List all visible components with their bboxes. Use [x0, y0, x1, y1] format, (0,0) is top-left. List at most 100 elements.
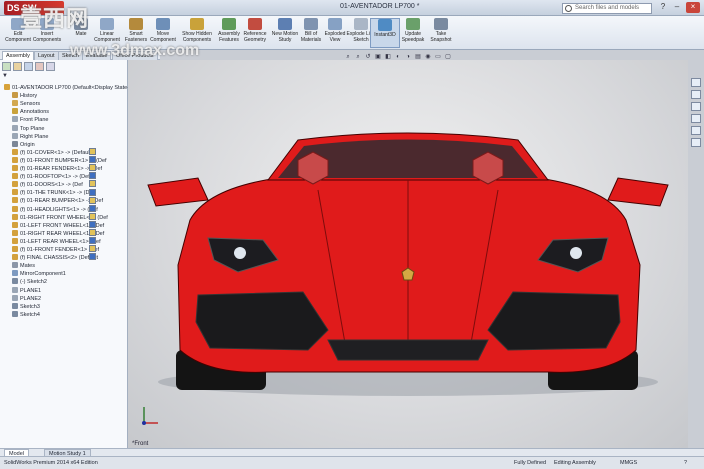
hud-tool-icon[interactable]: ◐ — [394, 53, 402, 61]
hud-tool-icon[interactable]: ▤ — [414, 53, 422, 61]
view-palette-icon[interactable] — [691, 114, 701, 123]
take-snapshot-icon — [434, 18, 448, 30]
graphics-area[interactable] — [128, 60, 688, 448]
command-tab-assembly[interactable]: Assembly — [2, 51, 34, 60]
component-status-icon[interactable] — [89, 172, 96, 180]
ribbon-button-update-speedpak[interactable]: Update Speedpak — [398, 18, 428, 48]
tree-item-icon — [12, 221, 18, 228]
units-selector[interactable]: MMGS — [620, 457, 637, 469]
component-status-icon[interactable] — [89, 245, 96, 253]
search-placeholder: Search files and models — [575, 5, 640, 11]
view-orientation-label: *Front — [132, 441, 149, 447]
search-input[interactable]: Search files and models — [562, 3, 652, 14]
exploded-view-icon — [328, 18, 342, 30]
component-status-icon[interactable] — [89, 164, 96, 172]
component-status-icon[interactable] — [89, 196, 96, 204]
feature-tree-tab-icon[interactable] — [2, 62, 11, 71]
hud-tool-icon[interactable]: ◉ — [424, 53, 432, 61]
custom-properties-icon[interactable] — [691, 138, 701, 147]
ribbon-button-reference-geometry[interactable]: Reference Geometry — [240, 18, 270, 48]
tree-item-icon — [12, 173, 18, 180]
tree-item[interactable]: 01-LEFT REAR WHEEL<1> (Def — [12, 237, 101, 246]
left-headlight-lens — [234, 247, 246, 259]
tree-item-icon — [12, 140, 18, 147]
property-manager-tab-icon[interactable] — [13, 62, 22, 71]
component-status-icon[interactable] — [89, 204, 96, 212]
tree-item[interactable]: MirrorComponent1 — [12, 270, 66, 278]
tree-item-icon — [12, 100, 18, 107]
tree-item[interactable]: 01-AVENTADOR LP700 (Default<Display Stat… — [4, 84, 137, 92]
tree-item[interactable]: Sketch3 — [12, 302, 40, 311]
file-explorer-icon[interactable] — [691, 102, 701, 111]
tree-item-label: Origin — [20, 141, 35, 148]
hud-tool-icon[interactable]: ◑ — [404, 53, 412, 61]
tree-item[interactable]: PLANE2 — [12, 294, 41, 303]
move-component-icon — [156, 18, 170, 30]
tree-item[interactable]: (f) 01-FRONT FENDER<1> (Def — [12, 246, 99, 254]
hud-tool-icon[interactable]: ▭ — [434, 53, 442, 61]
tree-item[interactable]: (f) 01-DOORS<1> -> (Def — [12, 181, 83, 189]
configuration-tab-icon[interactable] — [24, 62, 33, 71]
ribbon-button-label: Bill of Materials — [300, 31, 322, 43]
tree-item-label: PLANE1 — [20, 287, 42, 294]
tree-item-label: Sensors — [20, 101, 41, 108]
hud-tool-icon[interactable]: ◧ — [384, 53, 392, 61]
tree-item[interactable]: (-) Sketch2 — [12, 278, 47, 286]
instant3d-icon — [378, 19, 392, 31]
tree-item-icon — [12, 286, 18, 293]
tree-item[interactable]: Right Plane — [12, 132, 48, 141]
tree-item[interactable]: Front Plane — [12, 116, 48, 124]
tree-item[interactable]: (f) 01-HEADLIGHTS<1> -> (Def — [12, 205, 98, 214]
appearance-tab-icon[interactable] — [46, 62, 55, 71]
tree-toolbar — [2, 62, 126, 72]
component-status-icon[interactable] — [89, 229, 96, 236]
tree-item[interactable]: History — [12, 92, 37, 100]
command-tab-layout[interactable]: Layout — [34, 51, 59, 60]
editing-mode: Editing Assembly — [554, 460, 596, 466]
tree-item-label: (f) 01-HEADLIGHTS<1> -> (Def — [20, 206, 98, 213]
tree-item[interactable]: (f) 01-THE TRUNK<1> -> (Def — [12, 189, 94, 197]
tree-item[interactable]: Top Plane — [12, 124, 44, 133]
tree-item[interactable]: (f) 01-COVER<1> -> (Default) — [12, 148, 93, 157]
appearances-icon[interactable] — [691, 126, 701, 135]
ribbon-button-instant3d[interactable]: Instant3D — [370, 18, 400, 48]
tree-item-label: (f) 01-COVER<1> -> (Default) — [20, 149, 93, 156]
help-button[interactable]: ? — [656, 2, 670, 13]
hud-tool-icon[interactable]: ↺ — [364, 53, 372, 61]
car-model[interactable] — [128, 60, 688, 448]
hud-tool-icon[interactable]: ⌕ — [344, 53, 352, 61]
component-status-icon[interactable] — [89, 237, 96, 245]
solidworks-resources-icon[interactable] — [691, 78, 701, 87]
help-icon[interactable]: ? — [684, 457, 687, 469]
hud-tool-icon[interactable]: ⌕ — [354, 53, 362, 61]
component-status-icon[interactable] — [89, 253, 96, 261]
tree-filter-icon[interactable]: ▼ — [2, 73, 22, 80]
tree-item[interactable]: (f) FINAL CHASSIS<2> (Default — [12, 254, 98, 262]
tree-item[interactable]: Sensors — [12, 100, 40, 108]
watermark-url: www.3dmax.com — [70, 42, 200, 59]
update-speedpak-icon — [406, 18, 420, 30]
minimize-button[interactable]: – — [670, 2, 684, 13]
component-status-icon[interactable] — [89, 212, 96, 220]
tree-item-label: (f) 01-DOORS<1> -> (Def — [20, 182, 83, 189]
tree-item[interactable]: Sketch4 — [12, 310, 40, 319]
hud-tool-icon[interactable]: ▢ — [444, 53, 452, 61]
tree-item[interactable]: Origin — [12, 140, 35, 149]
tree-item[interactable]: (f) 01-ROOFTOP<1> -> (Def — [12, 173, 90, 181]
component-status-icon[interactable] — [89, 156, 96, 164]
tree-item[interactable]: PLANE1 — [12, 286, 42, 295]
tree-item-icon — [12, 197, 18, 204]
design-library-icon[interactable] — [691, 90, 701, 99]
hud-tool-icon[interactable]: ▣ — [374, 53, 382, 61]
close-button[interactable]: × — [686, 2, 700, 13]
component-status-icon[interactable] — [89, 188, 96, 196]
display-manager-tab-icon[interactable] — [35, 62, 44, 71]
component-status-icon[interactable] — [89, 220, 96, 228]
ribbon-button-take-snapshot[interactable]: Take Snapshot — [426, 18, 456, 48]
tree-item[interactable]: Mates — [12, 262, 35, 270]
right-air-intake — [487, 291, 621, 351]
tree-item-label: Front Plane — [20, 117, 49, 124]
component-status-icon[interactable] — [89, 148, 96, 155]
component-status-icon[interactable] — [89, 180, 96, 188]
tree-item[interactable]: Annotations — [12, 108, 49, 116]
